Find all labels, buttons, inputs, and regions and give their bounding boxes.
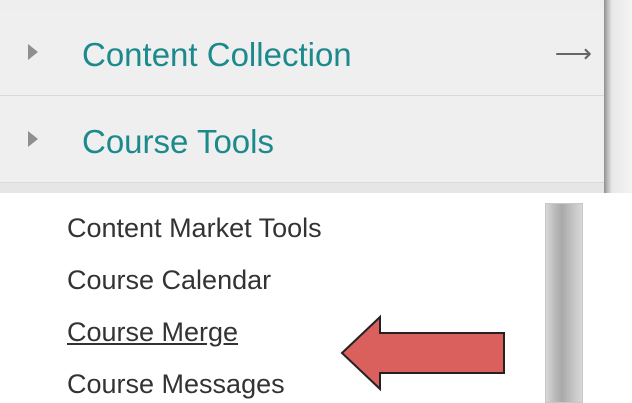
menu-item-partial bbox=[0, 183, 604, 193]
course-tools-list: Content Market Tools Course Calendar Cou… bbox=[0, 193, 632, 403]
scrollbar[interactable] bbox=[545, 203, 583, 403]
triangle-right-icon[interactable] bbox=[28, 131, 38, 147]
tool-link-content-market-tools[interactable]: Content Market Tools bbox=[67, 213, 322, 244]
menu-item-course-tools[interactable]: Course Tools bbox=[0, 97, 604, 183]
tool-link-course-calendar[interactable]: Course Calendar bbox=[67, 265, 271, 296]
menu-item-content-collection[interactable]: Content Collection ⟶ bbox=[0, 10, 604, 96]
tool-link-course-messages[interactable]: Course Messages bbox=[67, 369, 285, 400]
arrow-right-icon[interactable]: ⟶ bbox=[555, 40, 592, 66]
menu-item-label: Content Collection bbox=[82, 36, 352, 73]
triangle-right-icon[interactable] bbox=[28, 44, 38, 60]
red-pointer-arrow-icon bbox=[340, 314, 505, 392]
menu-item-label: Course Tools bbox=[82, 123, 274, 160]
panel-edge bbox=[604, 0, 632, 193]
course-menu-panel: Content Collection ⟶ Course Tools bbox=[0, 0, 632, 193]
tool-link-course-merge[interactable]: Course Merge bbox=[67, 317, 238, 348]
